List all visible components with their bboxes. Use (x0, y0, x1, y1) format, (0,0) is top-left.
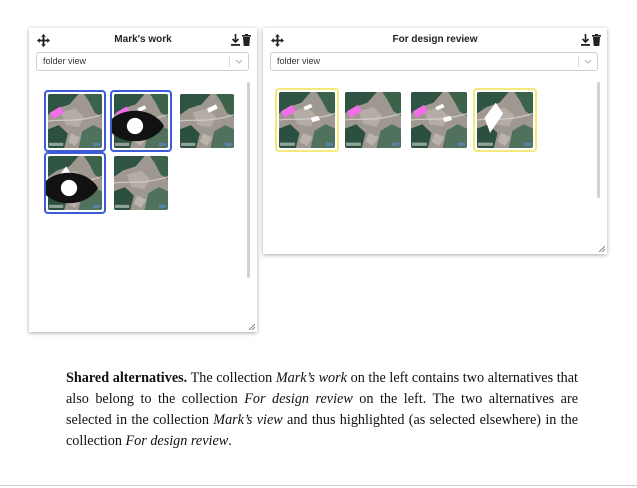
satellite-image (114, 156, 168, 210)
alternative-thumbnail[interactable] (176, 90, 238, 152)
caption-collection-name: For design review (244, 391, 353, 407)
collection-panel-design-review[interactable]: For design review folder view (263, 28, 607, 254)
download-icon[interactable] (581, 34, 590, 46)
collection-title: Mark's work (114, 34, 172, 45)
scrollbar[interactable] (597, 82, 600, 198)
alternative-thumbnail[interactable] (44, 90, 106, 152)
satellite-image (345, 92, 401, 148)
caption-lead: Shared alternatives. (66, 370, 188, 386)
chevron-down-icon[interactable] (583, 57, 593, 66)
satellite-image (411, 92, 467, 148)
figure-caption: Shared alternatives. The collection Mark… (66, 368, 578, 452)
select-divider (229, 56, 230, 67)
select-divider (578, 56, 579, 67)
alternative-thumbnail[interactable] (110, 152, 172, 214)
satellite-image (279, 92, 335, 148)
view-mode-select[interactable]: folder view (36, 52, 249, 71)
resize-handle-icon[interactable] (598, 245, 605, 252)
alternative-thumbnail[interactable] (110, 90, 172, 152)
move-arrows-icon[interactable] (37, 34, 50, 47)
download-icon[interactable] (231, 34, 240, 46)
caption-text: The collection (187, 370, 276, 386)
caption-collection-name: Mark’s work (275, 370, 347, 386)
chevron-down-icon[interactable] (234, 57, 244, 66)
alternative-thumbnail[interactable] (275, 88, 339, 152)
alternative-thumbnail[interactable] (44, 152, 106, 214)
satellite-image (180, 94, 234, 148)
caption-collection-name: Mark’s view (213, 412, 283, 428)
alternative-thumbnail[interactable] (473, 88, 537, 152)
satellite-image (477, 92, 533, 148)
resize-handle-icon[interactable] (248, 323, 255, 330)
alternative-thumbnail[interactable] (407, 88, 471, 152)
view-mode-value: folder view (43, 56, 87, 66)
caption-text: . (228, 433, 232, 449)
eye-icon[interactable] (110, 97, 164, 152)
alternative-thumbnail[interactable] (341, 88, 405, 152)
satellite-image (48, 94, 102, 148)
view-mode-select[interactable]: folder view (270, 52, 598, 71)
eye-icon[interactable] (44, 159, 98, 214)
collection-panel-marks-work[interactable]: Mark's work folder view (29, 28, 257, 332)
caption-collection-name: For design review (125, 433, 229, 449)
trash-icon[interactable] (592, 34, 601, 46)
scrollbar[interactable] (247, 82, 250, 278)
view-mode-value: folder view (277, 56, 321, 66)
move-arrows-icon[interactable] (271, 34, 284, 47)
collection-title: For design review (392, 34, 478, 45)
divider (0, 485, 637, 486)
trash-icon[interactable] (242, 34, 251, 46)
